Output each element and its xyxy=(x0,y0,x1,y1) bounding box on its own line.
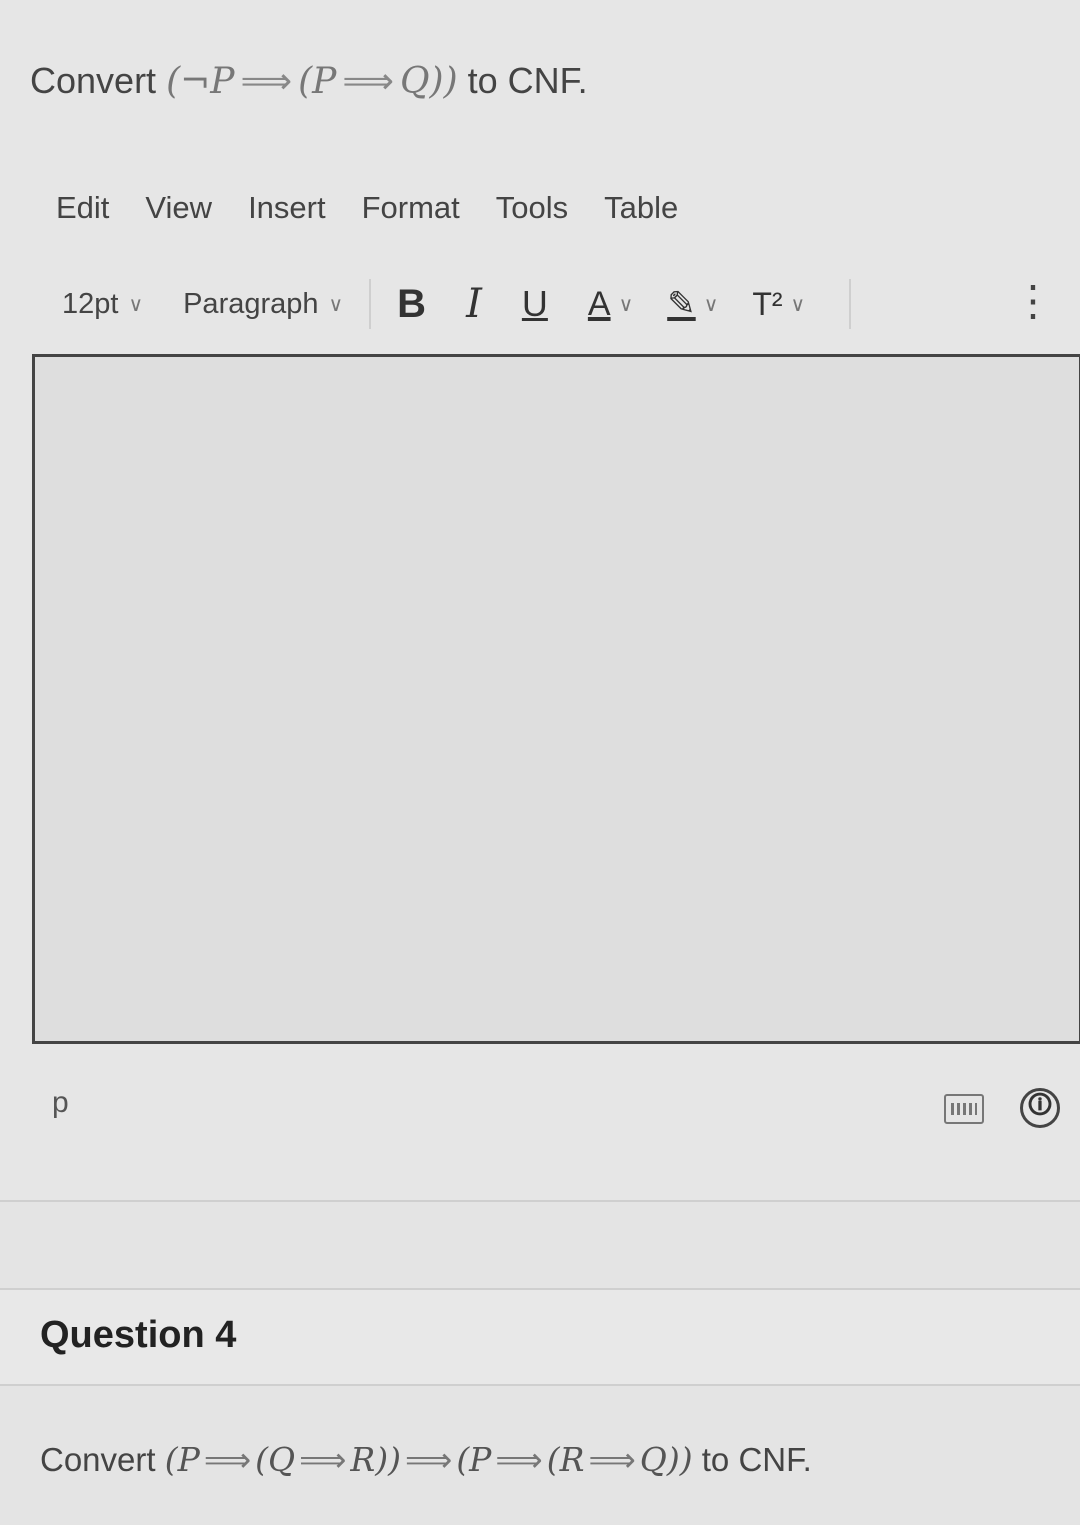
implies-symbol: ⟹ xyxy=(299,1440,347,1479)
menu-table[interactable]: Table xyxy=(604,190,678,226)
formula-part: R)) xyxy=(350,1440,401,1479)
question-3-suffix: to CNF. xyxy=(467,60,588,101)
section-divider xyxy=(0,1200,1080,1202)
formula-part: (¬P xyxy=(166,61,235,102)
question-4-title: Question 4 xyxy=(40,1314,237,1356)
accessibility-icon[interactable]: 🛈 xyxy=(1020,1088,1060,1128)
superscript-button[interactable]: T² ∨ xyxy=(752,286,805,323)
font-size-select[interactable]: 12pt ∨ xyxy=(62,288,143,321)
formula-part: (Q xyxy=(255,1440,296,1479)
menu-insert[interactable]: Insert xyxy=(248,190,326,226)
question-4-prefix: Convert xyxy=(40,1441,156,1478)
chevron-down-icon: ∨ xyxy=(703,293,719,316)
editor-toolbar: 12pt ∨ Paragraph ∨ B I U A ∨ ✎ ∨ T² ∨ ⋮ xyxy=(62,276,1062,332)
font-size-value: 12pt xyxy=(62,287,119,320)
keyboard-icon[interactable] xyxy=(944,1094,984,1124)
text-color-button[interactable]: A ∨ xyxy=(588,285,633,324)
more-options-icon[interactable]: ⋮ xyxy=(1012,280,1054,322)
question-3-prefix: Convert xyxy=(30,60,157,101)
chevron-down-icon: ∨ xyxy=(618,293,634,316)
menu-tools[interactable]: Tools xyxy=(496,190,568,226)
implies-symbol: ⟹ xyxy=(203,1440,252,1479)
formula-part: (P xyxy=(164,1440,200,1479)
highlight-color-button[interactable]: ✎ ∨ xyxy=(667,284,718,324)
answer-editor[interactable] xyxy=(32,354,1080,1044)
chevron-down-icon: ∨ xyxy=(790,293,806,316)
formula-part: (P xyxy=(456,1440,492,1479)
formula-part: (R xyxy=(546,1440,585,1479)
implies-symbol: ⟹ xyxy=(495,1440,543,1479)
question-3-card: Convert (¬P ⟹ (P ⟹ Q)) to CNF. Edit View Ins… xyxy=(0,0,1080,1200)
toolbar-divider xyxy=(369,279,372,329)
question-3-prompt: Convert (¬P ⟹ (P ⟹ Q)) to CNF. xyxy=(30,60,588,102)
question-4-suffix: to CNF. xyxy=(701,1441,812,1478)
italic-button[interactable]: I xyxy=(466,281,482,327)
block-format-value: Paragraph xyxy=(183,287,319,320)
element-path[interactable]: p xyxy=(52,1086,69,1120)
question-4-header: Question 4 xyxy=(0,1290,1080,1386)
text-color-icon: A xyxy=(587,284,611,323)
implies-symbol: ⟹ xyxy=(588,1440,636,1479)
formula-part: Q)) xyxy=(639,1440,693,1479)
formula-part: Q)) xyxy=(400,61,458,102)
menu-edit[interactable]: Edit xyxy=(56,190,109,226)
highlighter-icon: ✎ xyxy=(667,285,696,323)
question-4-prompt: Convert (P ⟹ (Q ⟹ R)) ⟹ (P ⟹ (R ⟹ Q)) to CNF. xyxy=(40,1440,812,1479)
chevron-down-icon: ∨ xyxy=(328,293,344,316)
superscript-icon: T² xyxy=(752,285,783,322)
menu-format[interactable]: Format xyxy=(362,190,460,226)
formula-part: (P xyxy=(298,61,337,102)
underline-button[interactable]: U xyxy=(522,283,548,325)
menu-view[interactable]: View xyxy=(145,190,212,226)
editor-menubar: Edit View Insert Format Tools Table xyxy=(56,190,714,226)
toolbar-divider xyxy=(849,279,852,329)
block-format-select[interactable]: Paragraph ∨ xyxy=(183,288,343,321)
implies-symbol: ⟹ xyxy=(240,61,293,102)
chevron-down-icon: ∨ xyxy=(128,293,144,316)
bold-button[interactable]: B xyxy=(397,282,426,327)
implies-symbol: ⟹ xyxy=(342,61,395,102)
implies-symbol: ⟹ xyxy=(405,1440,453,1479)
